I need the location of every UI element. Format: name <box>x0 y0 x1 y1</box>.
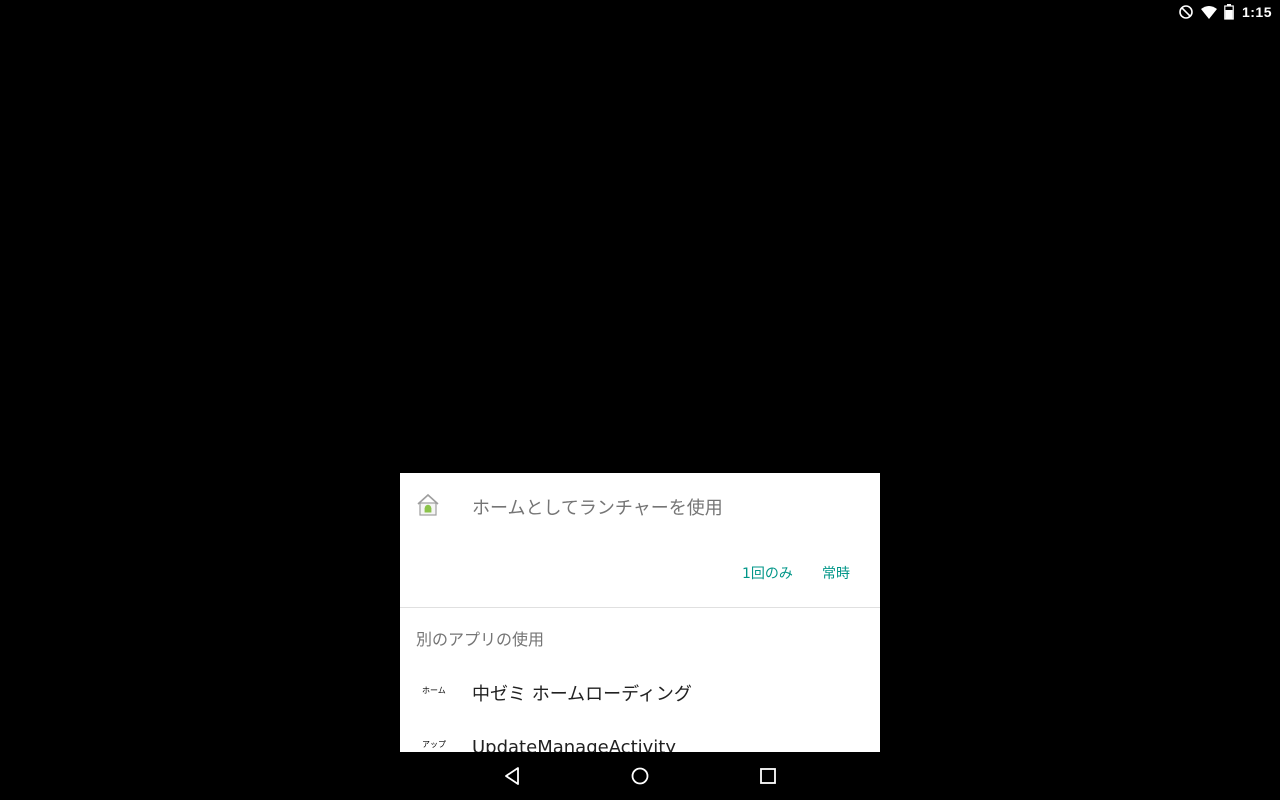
list-item-app-home-loading[interactable]: ホーム 中ゼミ ホームローディング <box>400 663 880 719</box>
home-icon[interactable] <box>628 764 652 788</box>
always-button[interactable]: 常時 <box>822 563 850 583</box>
screen: 1:15 ホームとしてランチャーを使用 1回のみ 常時 別のアプリの使用 ホーム… <box>0 0 1280 800</box>
dialog-title: ホームとしてランチャーを使用 <box>472 498 723 519</box>
list-item-update-manage-activity[interactable]: アップ UpdateManageActivity <box>400 727 880 752</box>
app-label: 中ゼミ ホームローディング <box>472 684 692 705</box>
app-icon: アップ <box>422 740 446 749</box>
just-once-button[interactable]: 1回のみ <box>742 563 793 583</box>
battery-icon <box>1224 4 1234 20</box>
navigation-bar <box>0 752 1280 800</box>
status-clock: 1:15 <box>1241 4 1272 20</box>
wifi-icon <box>1200 4 1218 20</box>
launcher-home-icon <box>416 493 440 517</box>
back-icon[interactable] <box>500 764 524 788</box>
app-chooser-dialog: ホームとしてランチャーを使用 1回のみ 常時 別のアプリの使用 ホーム 中ゼミ … <box>400 473 880 752</box>
app-label: UpdateManageActivity <box>472 737 677 752</box>
status-bar: 1:15 <box>0 0 1280 24</box>
other-apps-label: 別のアプリの使用 <box>416 630 545 649</box>
dialog-divider <box>400 607 880 608</box>
do-not-disturb-icon <box>1178 4 1194 20</box>
dialog-header: ホームとしてランチャーを使用 <box>400 473 880 537</box>
app-icon: ホーム <box>422 686 446 695</box>
recents-icon[interactable] <box>756 764 780 788</box>
